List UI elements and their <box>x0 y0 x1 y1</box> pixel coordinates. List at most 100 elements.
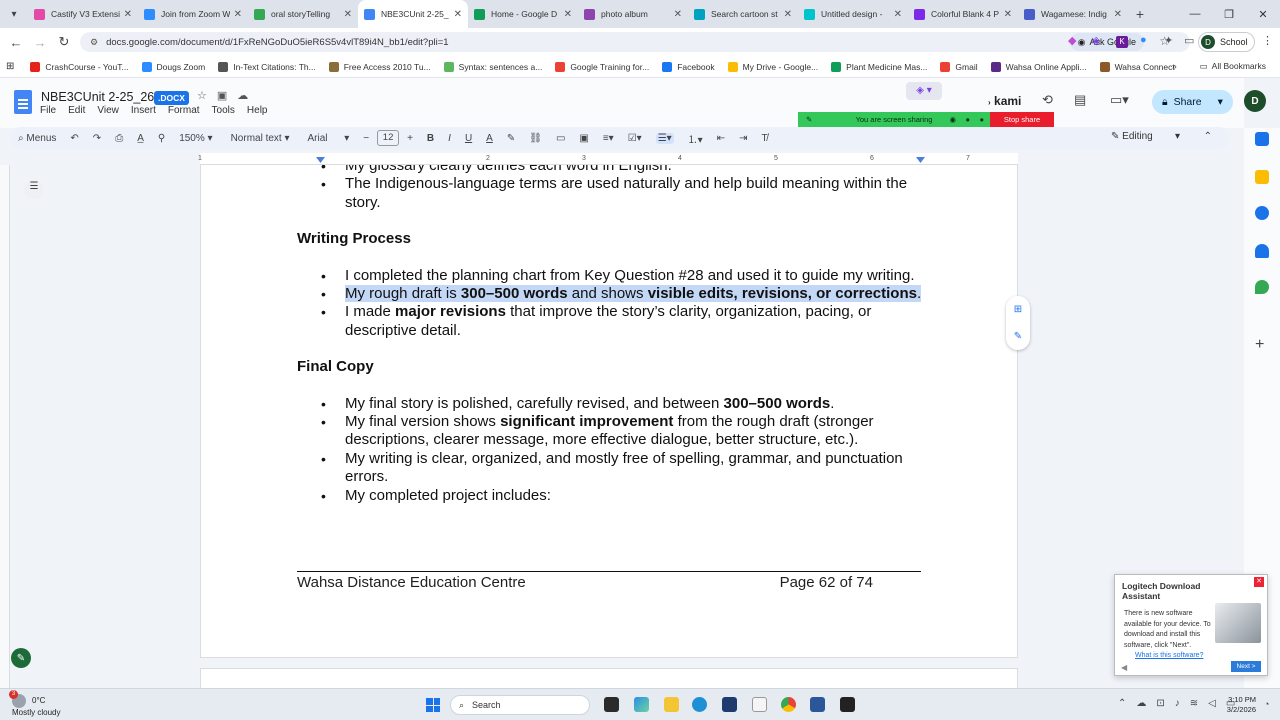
bookmark-item[interactable]: Dougs Zoom <box>141 61 205 72</box>
bookmark-item[interactable]: My Drive - Google... <box>727 61 818 72</box>
browser-tab[interactable]: Untitled design - ✕ <box>798 0 908 28</box>
maps-icon[interactable] <box>1255 280 1269 294</box>
tab-close-icon[interactable]: ✕ <box>894 9 902 20</box>
document-outline-button[interactable]: ☰ <box>24 181 44 199</box>
omnibox[interactable]: ⚙ docs.google.com/document/d/1FxReNGoDuO… <box>80 32 1190 52</box>
browser-tab[interactable]: NBE3CUnit 2-25_ ✕ <box>358 0 468 28</box>
suggest-edit-icon[interactable]: ✎ <box>1014 331 1022 342</box>
collapse-menus-chevron-icon[interactable]: ⌃ <box>1204 131 1212 142</box>
tab-close-icon[interactable]: ✕ <box>454 9 462 20</box>
browser-tab[interactable]: Search cartoon st ✕ <box>688 0 798 28</box>
font-size-input[interactable]: 12 <box>377 130 400 146</box>
get-add-ons-icon[interactable]: + <box>1255 336 1264 354</box>
document-page[interactable]: My glossary clearly defines each word in… <box>200 165 1018 658</box>
menu-view[interactable]: View <box>97 105 119 116</box>
tab-close-icon[interactable]: ✕ <box>674 9 682 20</box>
stop-share-button[interactable]: Stop share <box>990 112 1054 127</box>
app-icon[interactable] <box>840 697 855 712</box>
menu-tools[interactable]: Tools <box>212 105 235 116</box>
bookmark-item[interactable]: Syntax: sentences a... <box>443 61 542 72</box>
contacts-icon[interactable] <box>1255 244 1269 258</box>
user-avatar[interactable]: D <box>1244 90 1266 112</box>
document-body[interactable]: My glossary clearly defines each word in… <box>297 165 925 506</box>
bookmark-item[interactable]: Facebook <box>662 61 715 72</box>
popup-next-button[interactable]: Next > <box>1231 661 1261 672</box>
increase-indent-icon[interactable]: ⇥ <box>739 133 747 144</box>
list-item[interactable]: I made major revisions that improve the … <box>297 303 925 340</box>
list-item[interactable]: My final version shows significant impro… <box>297 413 925 450</box>
new-tab-button[interactable]: + <box>1128 6 1152 22</box>
bold-icon[interactable]: B <box>427 133 434 144</box>
tab-close-icon[interactable]: ✕ <box>784 9 792 20</box>
file-explorer-icon[interactable] <box>664 697 679 712</box>
mic-icon[interactable]: ● <box>965 115 970 124</box>
copilot-icon[interactable] <box>634 697 649 712</box>
all-bookmarks-button[interactable]: ▭ All Bookmarks <box>1200 61 1266 72</box>
word-icon[interactable] <box>810 697 825 712</box>
browser-tab[interactable]: Join from Zoom W ✕ <box>138 0 248 28</box>
print-icon[interactable]: ⎙ <box>115 133 123 144</box>
audio-icon[interactable]: ◉ <box>949 115 956 124</box>
italic-icon[interactable]: I <box>448 133 451 144</box>
insert-image-icon[interactable]: ▣ <box>579 133 588 144</box>
bookmark-item[interactable]: In-Text Citations: Th... <box>218 61 316 72</box>
volume-icon[interactable]: ◁ <box>1208 698 1216 709</box>
meet-camera-icon[interactable]: ▭▾ <box>1110 92 1129 108</box>
document-title[interactable]: NBE3CUnit 2-25_26 <box>41 90 154 104</box>
menu-insert[interactable]: Insert <box>131 105 156 116</box>
back-button[interactable]: ← <box>4 35 28 50</box>
spellcheck-icon[interactable]: A̲ <box>137 133 144 144</box>
list-item-selected[interactable]: My rough draft is 300–500 words and show… <box>297 285 925 304</box>
style-select[interactable]: Normal text ▾ <box>231 133 290 144</box>
bookmark-item[interactable]: Free Access 2010 Tu... <box>328 61 431 72</box>
edit-fab-pencil-icon[interactable]: ✎ <box>11 648 31 668</box>
list-item[interactable]: My writing is clear, organized, and most… <box>297 450 925 487</box>
menu-help[interactable]: Help <box>247 105 268 116</box>
mic-tray-icon[interactable]: ♪ <box>1175 698 1180 709</box>
vertical-ruler[interactable] <box>0 165 10 688</box>
font-select[interactable]: Arial ▾ <box>308 133 350 144</box>
insert-link-icon[interactable]: ⛓ <box>529 133 542 144</box>
tab-close-icon[interactable]: ✕ <box>124 9 132 20</box>
edge-icon[interactable] <box>692 697 707 712</box>
tab-close-icon[interactable]: ✕ <box>564 9 572 20</box>
redo-icon[interactable]: ↷ <box>93 133 101 144</box>
list-item[interactable]: My glossary clearly defines each word in… <box>297 165 925 176</box>
windows-start-icon[interactable] <box>426 698 440 712</box>
clear-formatting-icon[interactable]: T̸ <box>761 133 767 144</box>
horizontal-ruler[interactable]: 1 2 3 4 5 6 7 <box>198 153 1018 165</box>
popup-link[interactable]: What is this software? <box>1135 652 1203 659</box>
url-text[interactable]: docs.google.com/document/d/1FxReNGoDuO5i… <box>106 37 448 48</box>
share-dropdown-chevron-icon[interactable]: ▾ <box>1218 96 1223 108</box>
docs-logo-icon[interactable] <box>14 90 32 114</box>
version-history-icon[interactable]: ⟲ <box>1042 92 1053 108</box>
add-comment-icon[interactable]: ⊞ <box>1014 304 1022 315</box>
writing-process-heading[interactable]: Writing Process <box>297 230 925 248</box>
list-item[interactable]: I completed the planning chart from Key … <box>297 267 925 286</box>
align-icon[interactable]: ≡▾ <box>603 133 614 144</box>
clock[interactable]: 3:10 PM 3/2/2026 <box>1216 695 1256 715</box>
ask-google-button[interactable]: ◉ Ask Google <box>1069 33 1144 51</box>
bulleted-list-icon[interactable]: ☰▾ <box>655 132 674 144</box>
browser-tab[interactable]: oral storyTelling ✕ <box>248 0 358 28</box>
decrease-indent-icon[interactable]: ⇤ <box>717 133 725 144</box>
move-folder-icon[interactable]: ▣ <box>217 89 227 102</box>
tray-chevron-icon[interactable]: ⌃ <box>1118 698 1126 709</box>
final-copy-heading[interactable]: Final Copy <box>297 358 925 376</box>
menu-file[interactable]: File <box>40 105 56 116</box>
more-bookmarks-chevron-icon[interactable]: » <box>1172 61 1177 71</box>
pencil-icon[interactable]: ✎ <box>806 115 812 124</box>
next-page[interactable] <box>200 668 1018 688</box>
undo-icon[interactable]: ↶ <box>70 133 78 144</box>
browser-tab[interactable]: Colorful Blank 4 P ✕ <box>908 0 1018 28</box>
tab-close-icon[interactable]: ✕ <box>344 9 352 20</box>
list-item[interactable]: My completed project includes: <box>297 487 925 506</box>
browser-tab[interactable]: Castify V3 Extensi ✕ <box>28 0 138 28</box>
store-icon[interactable] <box>722 697 737 712</box>
star-icon[interactable]: ☆ <box>197 89 207 102</box>
paint-format-icon[interactable]: ⚲ <box>158 133 165 144</box>
menus-search[interactable]: ⌕ Menus <box>18 133 56 144</box>
numbered-list-icon[interactable]: ⒈▾ <box>688 131 703 146</box>
close-window-button[interactable]: ✕ <box>1246 0 1280 28</box>
browser-tab[interactable]: Home - Google D ✕ <box>468 0 578 28</box>
